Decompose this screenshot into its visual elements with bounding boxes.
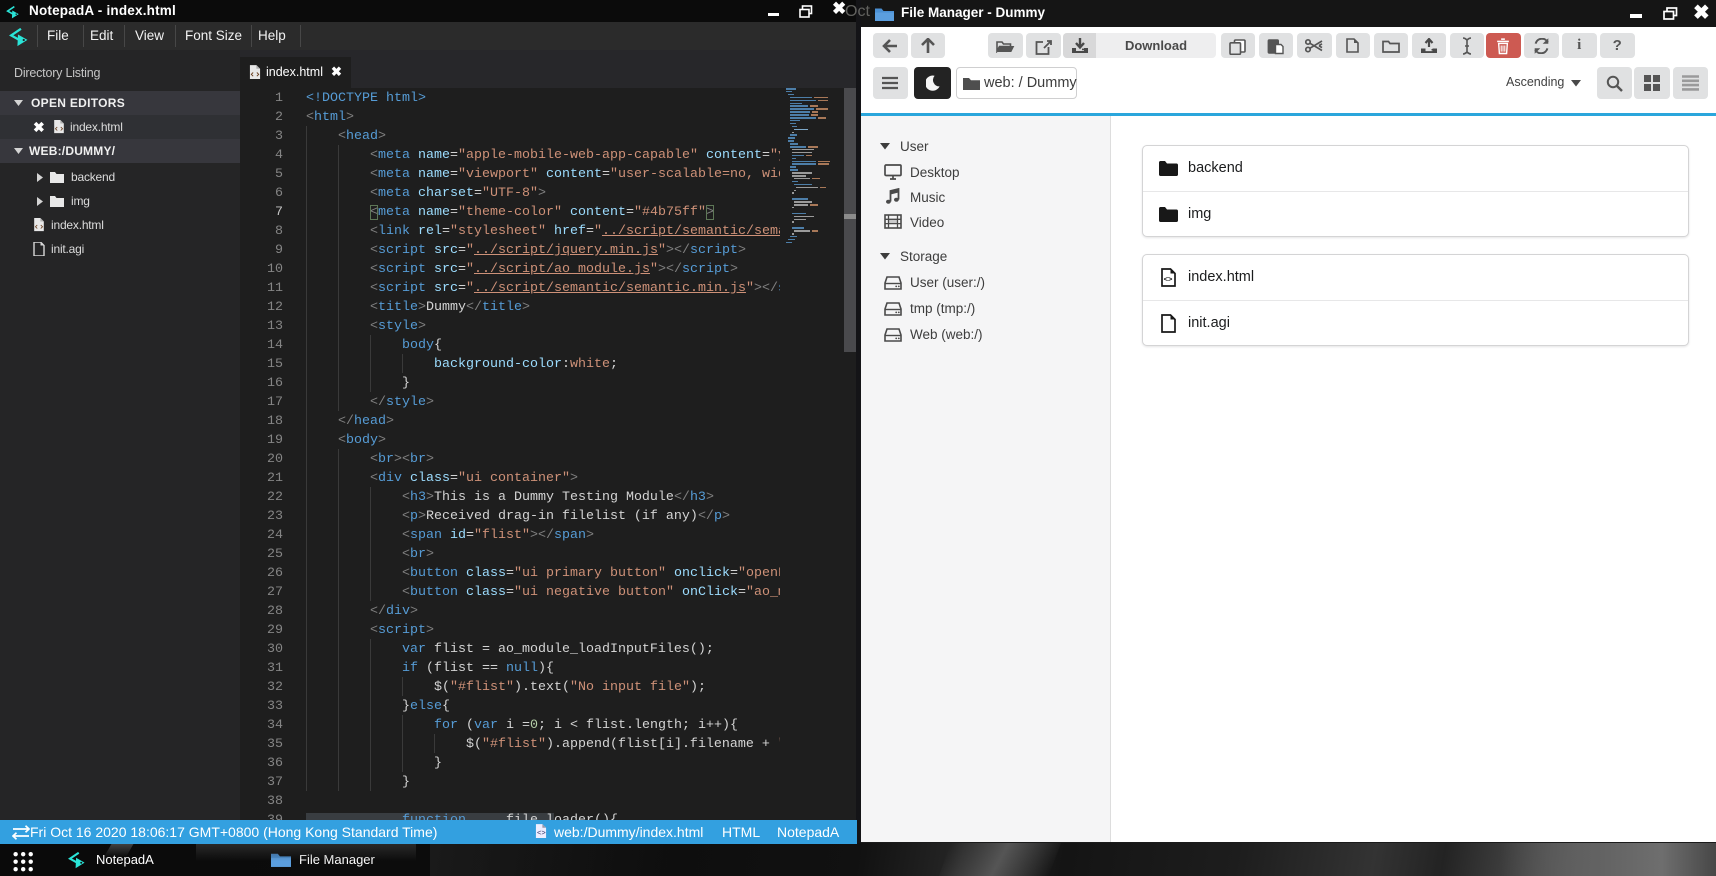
svg-text:<>: <> <box>537 828 546 837</box>
svg-text:<>: <> <box>1164 275 1173 284</box>
